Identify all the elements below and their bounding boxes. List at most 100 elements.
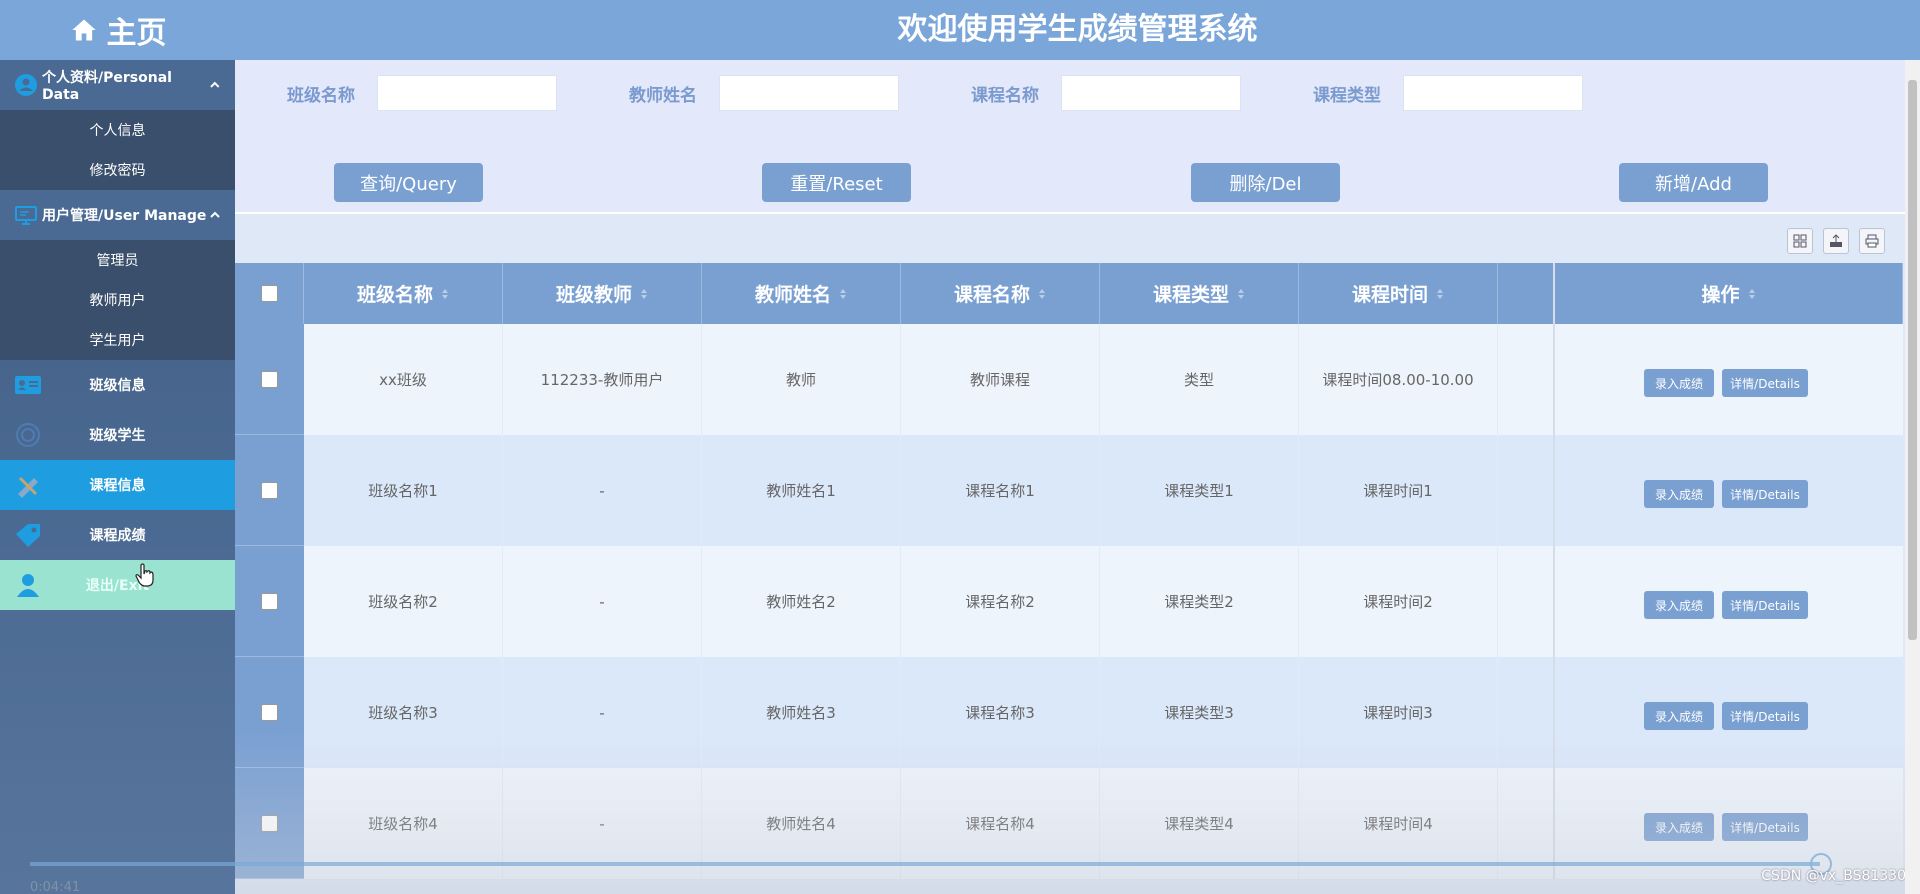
sidebar-item-teacher-users[interactable]: 教师用户 bbox=[0, 280, 235, 320]
col-course-type[interactable]: 课程类型 bbox=[1100, 263, 1299, 324]
print-icon bbox=[1865, 234, 1879, 248]
pencil-ruler-icon bbox=[18, 476, 38, 498]
table-cell: 教师姓名3 bbox=[702, 657, 901, 768]
details-button[interactable]: 详情/Details bbox=[1722, 813, 1808, 841]
home-label: 主页 bbox=[106, 16, 167, 51]
table-row[interactable]: 班级名称1- 教师姓名1 课程名称1 课程类型1 课程时间1 录入成绩 详情/Details bbox=[235, 435, 1903, 546]
sidebar-item-change-password[interactable]: 修改密码 bbox=[0, 150, 235, 190]
table-row[interactable]: 班级名称3- 教师姓名3 课程名称3 课程类型3 课程时间3 录入成绩 详情/Details bbox=[235, 657, 1903, 768]
export-button[interactable] bbox=[1823, 228, 1849, 254]
row-select-cell bbox=[235, 546, 304, 657]
sidebar-item-admin[interactable]: 管理员 bbox=[0, 240, 235, 280]
home-icon bbox=[71, 19, 96, 41]
col-teacher-name-label: 教师姓名 bbox=[754, 284, 831, 306]
group-personal-data[interactable]: 个人资料/Personal Data bbox=[0, 60, 235, 110]
sidebar-item-class-students[interactable]: 班级学生 bbox=[0, 410, 235, 460]
table-cell: 课程名称2 bbox=[901, 546, 1100, 657]
row-checkbox[interactable] bbox=[261, 592, 278, 610]
row-checkbox[interactable] bbox=[261, 814, 278, 832]
group-user-manage-label: 用户管理/User Manage bbox=[42, 208, 207, 224]
table-header: 班级名称 班级教师 教师姓名 课程名称 课程类型 课程时间 操作 bbox=[235, 263, 1903, 324]
table-cell: 教师姓名2 bbox=[702, 546, 901, 657]
sidebar-item-personal-info[interactable]: 个人信息 bbox=[0, 110, 235, 150]
add-button[interactable]: 新增/Add bbox=[1619, 163, 1768, 202]
watermark: CSDN @vx_BS81330 bbox=[1761, 868, 1906, 884]
group-personal-data-items: 个人信息 修改密码 bbox=[0, 110, 235, 190]
col-actions-label: 操作 bbox=[1701, 284, 1740, 306]
row-actions-cell: 录入成绩 详情/Details bbox=[1553, 435, 1903, 546]
group-user-manage[interactable]: 用户管理/User Manage bbox=[0, 190, 235, 240]
table-cell: 课程时间08.00-10.00 bbox=[1299, 324, 1498, 435]
group-user-manage-items: 管理员 教师用户 学生用户 bbox=[0, 240, 235, 360]
sort-icon bbox=[641, 288, 647, 299]
table-cell: 班级名称2 bbox=[304, 546, 503, 657]
sort-icon bbox=[442, 288, 448, 299]
col-teacher-name[interactable]: 教师姓名 bbox=[702, 263, 901, 324]
row-actions-cell: 录入成绩 详情/Details bbox=[1553, 657, 1903, 768]
field-course-type: 课程类型 bbox=[1313, 75, 1583, 111]
video-progress-bar[interactable] bbox=[30, 862, 1820, 866]
col-course-time-label: 课程时间 bbox=[1351, 284, 1428, 306]
sidebar-item-course-info[interactable]: 课程信息 bbox=[0, 460, 235, 510]
enter-grade-button[interactable]: 录入成绩 bbox=[1644, 369, 1714, 397]
course-name-input[interactable] bbox=[1061, 75, 1241, 111]
row-checkbox[interactable] bbox=[261, 370, 278, 388]
col-class-teacher[interactable]: 班级教师 bbox=[503, 263, 702, 324]
table-row[interactable]: xx班级 112233-教师用户 教师 教师课程 类型 课程时间08.00-10.00 录入… bbox=[235, 324, 1903, 435]
delete-button[interactable]: 删除/Del bbox=[1191, 163, 1340, 202]
details-button[interactable]: 详情/Details bbox=[1722, 480, 1808, 508]
table-cell: 112233-教师用户 bbox=[503, 324, 702, 435]
table-row[interactable]: 班级名称2- 教师姓名2 课程名称2 课程类型2 课程时间2 录入成绩 详情/Details bbox=[235, 546, 1903, 657]
table-cell: 课程时间1 bbox=[1299, 435, 1498, 546]
sidebar-item-class-info[interactable]: 班级信息 bbox=[0, 360, 235, 410]
table-cell: 课程时间2 bbox=[1299, 546, 1498, 657]
col-class-name-label: 班级名称 bbox=[356, 284, 433, 306]
table-cell: - bbox=[503, 435, 702, 546]
row-checkbox[interactable] bbox=[261, 481, 278, 499]
home-link[interactable]: 主页 bbox=[0, 0, 235, 60]
chevron-up-icon bbox=[210, 81, 220, 88]
teacher-name-input[interactable] bbox=[719, 75, 899, 111]
col-course-name[interactable]: 课程名称 bbox=[901, 263, 1100, 324]
sidebar-item-student-users[interactable]: 学生用户 bbox=[0, 320, 235, 360]
sidebar-item-exit[interactable]: 退出/Exit bbox=[0, 560, 235, 610]
id-card-icon bbox=[15, 376, 41, 394]
row-select-cell bbox=[235, 657, 304, 768]
col-overflow bbox=[1498, 263, 1553, 324]
page-scrollbar[interactable] bbox=[1905, 60, 1920, 894]
details-button[interactable]: 详情/Details bbox=[1722, 702, 1808, 730]
sidebar-item-course-grades[interactable]: 课程成绩 bbox=[0, 510, 235, 560]
sidebar: 主页 个人资料/Personal Data 个人信息 修改密码 用户管理/Use… bbox=[0, 0, 235, 894]
columns-toggle-button[interactable] bbox=[1787, 228, 1813, 254]
print-button[interactable] bbox=[1859, 228, 1885, 254]
table-cell: 课程名称3 bbox=[901, 657, 1100, 768]
enter-grade-button[interactable]: 录入成绩 bbox=[1644, 591, 1714, 619]
field-course-name: 课程名称 bbox=[971, 75, 1241, 111]
select-all-checkbox[interactable] bbox=[260, 285, 278, 302]
grid-icon bbox=[1793, 234, 1807, 248]
table-cell: - bbox=[503, 657, 702, 768]
sort-icon bbox=[1039, 288, 1045, 299]
field-class-name-label: 班级名称 bbox=[287, 85, 355, 106]
export-icon bbox=[1830, 234, 1842, 247]
sort-icon bbox=[1238, 288, 1244, 299]
details-button[interactable]: 详情/Details bbox=[1722, 591, 1808, 619]
group-personal-data-label: 个人资料/Personal Data bbox=[42, 70, 172, 103]
table-cell: 课程类型3 bbox=[1100, 657, 1299, 768]
col-course-name-label: 课程名称 bbox=[953, 284, 1030, 306]
col-course-time[interactable]: 课程时间 bbox=[1299, 263, 1498, 324]
details-button[interactable]: 详情/Details bbox=[1722, 369, 1808, 397]
row-checkbox[interactable] bbox=[261, 703, 278, 721]
enter-grade-button[interactable]: 录入成绩 bbox=[1644, 813, 1714, 841]
query-button[interactable]: 查询/Query bbox=[334, 163, 483, 202]
reset-button[interactable]: 重置/Reset bbox=[762, 163, 911, 202]
scrollbar-thumb[interactable] bbox=[1908, 80, 1917, 640]
table-cell: 班级名称3 bbox=[304, 657, 503, 768]
col-class-name[interactable]: 班级名称 bbox=[304, 263, 503, 324]
enter-grade-button[interactable]: 录入成绩 bbox=[1644, 702, 1714, 730]
col-actions[interactable]: 操作 bbox=[1553, 263, 1903, 324]
row-select-cell bbox=[235, 435, 304, 546]
course-type-input[interactable] bbox=[1403, 75, 1583, 111]
class-name-input[interactable] bbox=[377, 75, 557, 111]
enter-grade-button[interactable]: 录入成绩 bbox=[1644, 480, 1714, 508]
